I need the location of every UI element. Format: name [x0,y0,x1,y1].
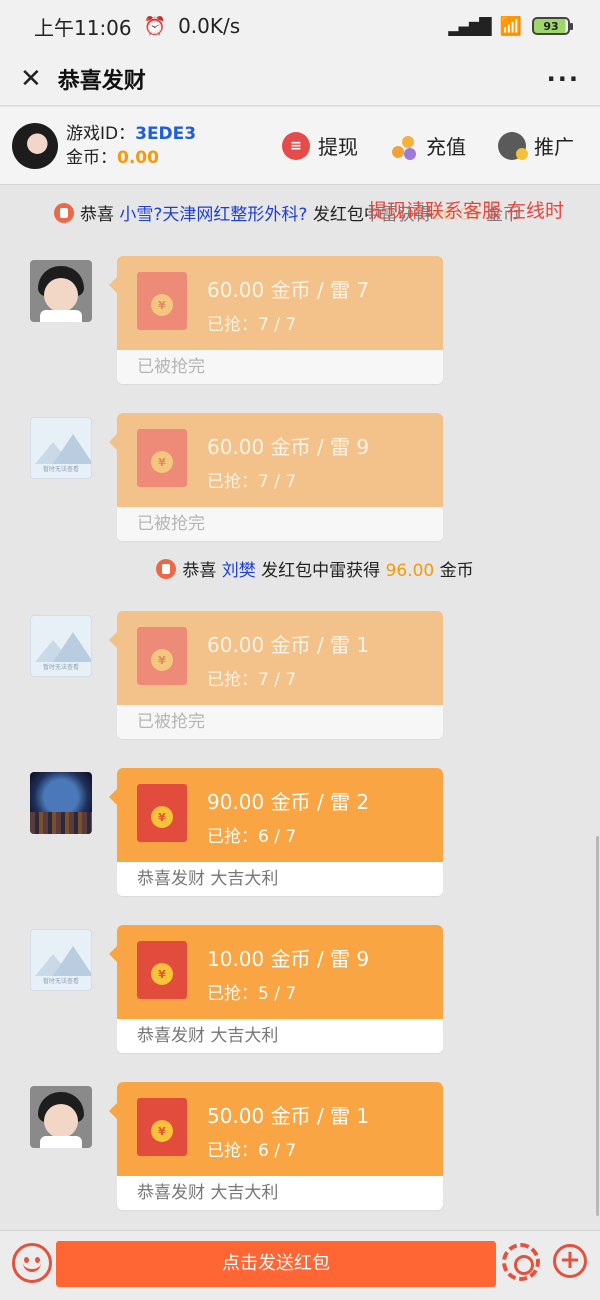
packet-grabbed: 已抢：6 / 7 [207,1141,297,1161]
packet-amount: 90.00 金币 / 雷 2 [207,790,370,814]
red-envelope-icon: ¥ [137,1098,187,1156]
recharge-label: 充值 [426,135,466,159]
user-bar: 游戏ID：3EDE3 金币：0.00 ≡ 提现 充值 推广 [0,107,600,185]
user-avatar[interactable] [12,122,58,169]
service-marquee: 提现请联系客服 在线时 [368,196,565,223]
packet-grabbed: 已抢：5 / 7 [207,984,297,1004]
coin-balance: 0.00 [117,147,159,168]
sender-avatar[interactable]: 暂时无法查看 [30,615,92,677]
close-icon[interactable]: ✕ [20,66,42,92]
status-bar: 上午11:06 ⏰ 0.0K/s ▂▄▆█ 📶 93 [0,0,600,52]
notice-mid: 发红包中雷获得 [261,561,381,581]
add-icon[interactable]: + [553,1244,587,1278]
sender-avatar[interactable] [30,1086,92,1148]
notice-nickname[interactable]: 刘樊 [222,561,256,581]
alarm-icon: ⏰ [143,15,167,37]
red-envelope-icon: ¥ [137,272,187,330]
nav-bar: ✕ 恭喜发财 ··· [0,52,600,106]
red-packet[interactable]: ¥ 50.00 金币 / 雷 1 已抢：6 / 7 恭喜发财 大吉大利 [117,1082,443,1210]
bottom-bar: 点击发送红包 + [0,1230,600,1300]
withdraw-label: 提现 [318,135,358,159]
packet-footer: 已被抢完 [117,507,443,541]
send-red-packet-button[interactable]: 点击发送红包 [56,1241,496,1287]
red-packet[interactable]: ¥ 90.00 金币 / 雷 2 已抢：6 / 7 恭喜发财 大吉大利 [117,768,443,896]
red-envelope-icon: ¥ [137,429,187,487]
packet-footer: 已被抢完 [117,705,443,739]
red-envelope-icon: ¥ [137,784,187,842]
promote-button[interactable]: 推广 [498,131,574,160]
battery-level: 93 [543,19,559,33]
win-banner: 恭喜 小雪?天津网红整形外科? 发红包中雷获得96.00 金币 提现请联系客服 … [0,196,600,228]
game-id: 3EDE3 [135,123,197,144]
coins-label: 金币： [66,147,117,168]
packet-grabbed: 已抢：6 / 7 [207,827,297,847]
recharge-button[interactable]: 充值 [390,131,466,160]
sender-avatar[interactable]: 暂时无法查看 [30,417,92,479]
notice-unit: 金币 [439,561,474,581]
packet-footer: 已被抢完 [117,350,443,384]
red-packet[interactable]: ¥ 60.00 金币 / 雷 9 已抢：7 / 7 已被抢完 [117,413,443,541]
withdraw-icon: ≡ [282,131,310,160]
emoji-icon[interactable] [12,1243,52,1283]
banner-nickname[interactable]: 小雪?天津网红整形外科? [119,205,307,225]
page-title: 恭喜发财 [57,68,146,94]
network-speed: 0.0K/s [178,14,241,38]
notice-amount: 96.00 [385,561,435,581]
sender-avatar[interactable] [30,772,92,834]
packet-amount: 50.00 金币 / 雷 1 [207,1104,370,1128]
message-icon [156,559,177,579]
wifi-icon: 📶 [499,15,522,37]
user-info: 游戏ID：3EDE3 金币：0.00 [66,122,196,170]
red-packet[interactable]: ¥ 60.00 金币 / 雷 1 已抢：7 / 7 已被抢完 [117,611,443,739]
sender-avatar[interactable] [30,260,92,322]
game-id-label: 游戏ID： [66,123,136,144]
packet-amount: 60.00 金币 / 雷 7 [207,278,370,302]
red-envelope-icon: ¥ [137,627,187,685]
packet-footer: 恭喜发财 大吉大利 [117,1019,443,1053]
red-envelope-icon: ¥ [137,941,187,999]
signal-icon: ▂▄▆█ [448,16,491,36]
packet-grabbed: 已抢：7 / 7 [207,670,297,690]
notice-prefix: 恭喜 [182,561,217,581]
packet-amount: 60.00 金币 / 雷 1 [207,633,370,657]
battery-icon: 93 [532,17,573,35]
message-icon [54,203,74,223]
settings-icon[interactable] [502,1243,540,1281]
sender-avatar[interactable]: 暂时无法查看 [30,929,92,991]
clock: 上午11:06 [34,15,132,40]
banner-prefix: 恭喜 [80,205,114,225]
more-icon[interactable]: ··· [547,65,580,93]
scrollbar[interactable] [596,836,599,1216]
packet-grabbed: 已抢：7 / 7 [207,315,297,335]
packet-footer: 恭喜发财 大吉大利 [117,1176,443,1210]
packet-amount: 10.00 金币 / 雷 9 [207,947,370,971]
win-notice: 恭喜 刘樊 发红包中雷获得 96.00 金币 [0,556,600,581]
recharge-icon [390,132,418,160]
red-packet[interactable]: ¥ 60.00 金币 / 雷 7 已抢：7 / 7 已被抢完 [117,256,443,384]
withdraw-button[interactable]: ≡ 提现 [282,131,358,160]
promote-icon [498,131,528,160]
packet-amount: 60.00 金币 / 雷 9 [207,435,370,459]
packet-footer: 恭喜发财 大吉大利 [117,862,443,896]
packet-grabbed: 已抢：7 / 7 [207,472,297,492]
red-packet[interactable]: ¥ 10.00 金币 / 雷 9 已抢：5 / 7 恭喜发财 大吉大利 [117,925,443,1053]
promote-label: 推广 [534,135,574,159]
